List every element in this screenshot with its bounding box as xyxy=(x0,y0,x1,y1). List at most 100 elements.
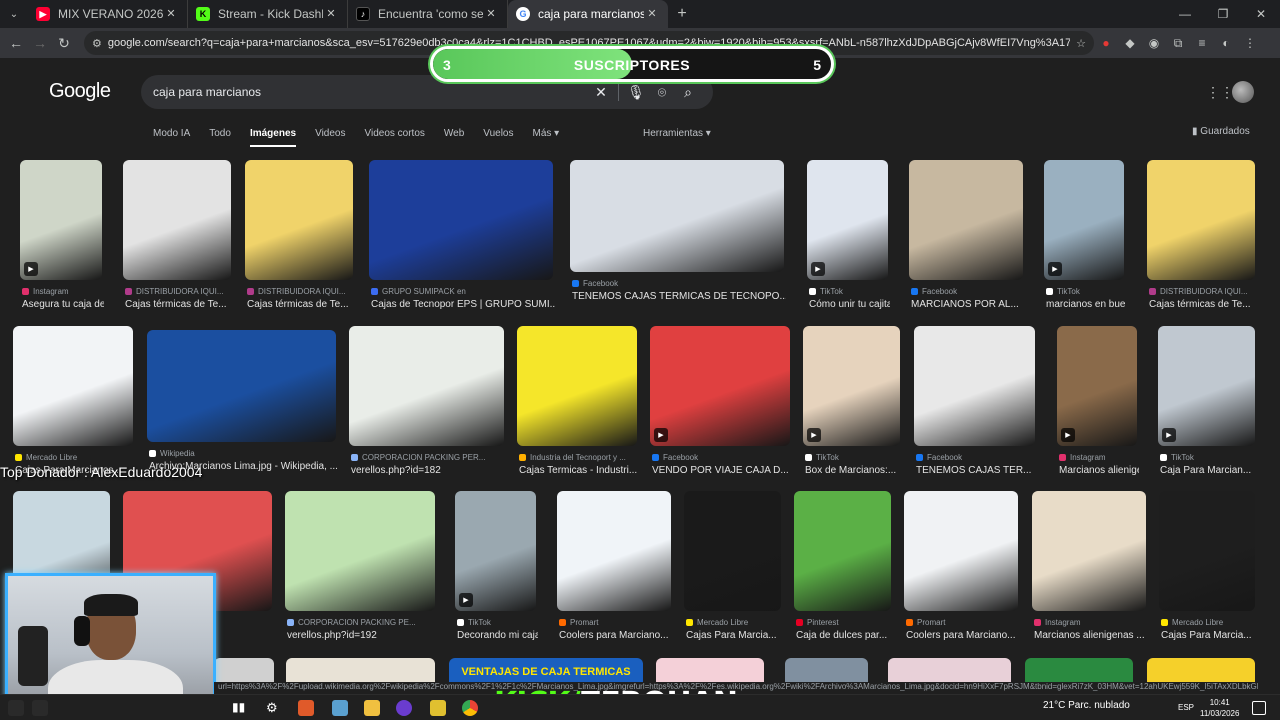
close-icon[interactable]: ✕ xyxy=(323,6,339,22)
result-thumbnail[interactable] xyxy=(684,491,781,611)
result-thumbnail[interactable] xyxy=(1032,491,1146,611)
result-source[interactable]: Promart xyxy=(906,618,1020,627)
folder-icon[interactable] xyxy=(364,700,380,716)
result-thumbnail[interactable] xyxy=(123,160,231,280)
menu-icon[interactable]: ⋮ xyxy=(1238,31,1262,55)
result-source[interactable]: TikTok xyxy=(805,453,902,462)
result-source[interactable]: Instagram xyxy=(1059,453,1139,462)
close-icon[interactable]: ✕ xyxy=(644,6,660,22)
result-thumbnail[interactable] xyxy=(285,491,435,611)
image-result-card[interactable]: Mercado Libre Cajas Para Marcia... xyxy=(1159,491,1255,647)
tools-button[interactable]: Herramientas ▾ xyxy=(643,128,711,139)
result-title[interactable]: marcianos en buen... xyxy=(1046,299,1126,310)
image-result-card[interactable]: DISTRIBUIDORA IQUI... Cajas térmicas de T… xyxy=(1147,160,1255,316)
result-source[interactable]: TikTok xyxy=(809,287,890,296)
result-source[interactable]: Facebook xyxy=(652,453,792,462)
result-source[interactable]: Wikipedia xyxy=(149,449,338,458)
result-thumbnail[interactable] xyxy=(517,326,637,446)
result-title[interactable]: Cajas térmicas de Te... xyxy=(125,299,233,310)
image-result-card[interactable]: ▶ Instagram Asegura tu caja de... xyxy=(20,160,104,316)
result-source[interactable]: DISTRIBUIDORA IQUI... xyxy=(125,287,233,296)
search-icon[interactable]: ⌕ xyxy=(675,84,701,101)
result-title[interactable]: Cajas Termicas - Industri... xyxy=(519,465,639,476)
image-result-card[interactable]: DISTRIBUIDORA IQUI... Cajas térmicas de T… xyxy=(123,160,231,316)
result-source[interactable]: Mercado Libre xyxy=(15,453,135,462)
image-result-card[interactable]: Pinterest Caja de dulces par... xyxy=(794,491,891,647)
tab-kick-dashboard[interactable]: K Stream - Kick Dashboard ✕ xyxy=(188,0,348,28)
clock[interactable]: 10:41 11/03/2026 xyxy=(1200,697,1239,719)
result-source[interactable]: TikTok xyxy=(1046,287,1126,296)
result-thumbnail[interactable] xyxy=(245,160,353,280)
tab-tiktok[interactable]: ♪ Encuentra 'como se prepara ma ✕ xyxy=(348,0,508,28)
image-result-card[interactable]: Promart Coolers para Marciano... xyxy=(557,491,671,647)
result-thumbnail[interactable] xyxy=(909,160,1023,280)
reload-icon[interactable]: ↻ xyxy=(52,31,76,55)
result-title[interactable]: Asegura tu caja de... xyxy=(22,299,104,310)
restore-icon[interactable]: ❐ xyxy=(1204,0,1242,28)
result-source[interactable]: Promart xyxy=(559,618,673,627)
image-result-card[interactable]: CORPORACION PACKING PE... verellos.php?id… xyxy=(285,491,435,647)
result-thumbnail[interactable]: ▶ xyxy=(1057,326,1137,446)
image-result-card[interactable]: ▶ Facebook VENDO POR VIAJE CAJA D... xyxy=(650,326,790,482)
star-icon[interactable]: ☆ xyxy=(1076,37,1086,50)
result-source[interactable]: Instagram xyxy=(22,287,104,296)
image-result-card[interactable]: Industria del Tecnoport y ... Cajas Termi… xyxy=(517,326,637,482)
forward-icon[interactable]: → xyxy=(28,31,52,55)
extensions-puzzle-icon[interactable]: ⧉ xyxy=(1166,31,1190,55)
image-result-card[interactable]: CORPORACION PACKING PER... verellos.php?i… xyxy=(349,326,504,482)
settings-icon[interactable]: ⚙ xyxy=(266,700,282,716)
search-taskbar-icon[interactable] xyxy=(32,700,48,716)
profile-icon[interactable]: ◐ xyxy=(1214,31,1238,55)
result-source[interactable]: GRUPO SUMIPACK en xyxy=(371,287,555,296)
app-icon[interactable] xyxy=(332,700,348,716)
result-source[interactable]: TikTok xyxy=(457,618,538,627)
clear-icon[interactable]: ✕ xyxy=(588,84,614,101)
tab-imagenes[interactable]: Imágenes xyxy=(249,128,297,147)
google-logo[interactable]: Google xyxy=(49,80,111,103)
image-result-card[interactable]: ▶ TikTok Decorando mi caja... xyxy=(455,491,538,647)
result-thumbnail[interactable]: ▶ xyxy=(455,491,536,611)
result-title[interactable]: Coolers para Marciano... xyxy=(559,630,673,641)
result-title[interactable]: Marcianos alienigenas ... xyxy=(1034,630,1148,641)
image-result-card[interactable]: Facebook TENEMOS CAJAS TER... xyxy=(914,326,1035,482)
result-title[interactable]: Caja Para Marcian... xyxy=(1160,465,1257,476)
tab-mix-verano[interactable]: ▶ MIX VERANO 2026 🎵😎 ● ✕ xyxy=(28,0,188,28)
close-icon[interactable]: ✕ xyxy=(163,6,179,22)
result-source[interactable]: Instagram xyxy=(1034,618,1148,627)
avatar[interactable] xyxy=(1232,81,1254,103)
result-source[interactable]: Facebook xyxy=(572,279,786,288)
tab-modo-ia[interactable]: Modo IA xyxy=(153,128,190,147)
result-title[interactable]: Cómo unir tu cajita ... xyxy=(809,299,890,310)
image-result-card[interactable]: Facebook TENEMOS CAJAS TERMICAS DE TECNOP… xyxy=(570,160,786,308)
result-thumbnail[interactable] xyxy=(1159,491,1255,611)
lens-icon[interactable]: ⌾ xyxy=(649,84,675,101)
result-source[interactable]: Industria del Tecnoport y ... xyxy=(519,453,639,462)
media-player-icon[interactable] xyxy=(298,700,314,716)
result-title[interactable]: Box de Marcianos:... xyxy=(805,465,902,476)
new-tab-button[interactable]: + xyxy=(668,0,696,28)
back-icon[interactable]: ← xyxy=(4,31,28,55)
obs-icon[interactable] xyxy=(396,700,412,716)
result-title[interactable]: verellos.php?id=192 xyxy=(287,630,437,641)
mic-icon[interactable]: 🎙 xyxy=(623,84,649,101)
result-thumbnail[interactable] xyxy=(13,326,133,446)
result-title[interactable]: Decorando mi caja... xyxy=(457,630,538,641)
notification-icon[interactable] xyxy=(1252,701,1266,715)
result-title[interactable]: Coolers para Marciano... xyxy=(906,630,1020,641)
result-source[interactable]: Mercado Libre xyxy=(1161,618,1257,627)
result-title[interactable]: Cajas térmicas de Te... xyxy=(247,299,355,310)
result-source[interactable]: Facebook xyxy=(911,287,1025,296)
extension-icon[interactable]: ● xyxy=(1094,31,1118,55)
image-result-card[interactable]: Promart Coolers para Marciano... xyxy=(904,491,1018,647)
result-thumbnail[interactable] xyxy=(557,491,671,611)
result-source[interactable]: Facebook xyxy=(916,453,1037,462)
image-result-card[interactable]: Facebook MARCIANOS POR AL... xyxy=(909,160,1023,316)
image-result-card[interactable]: ▶ TikTok Box de Marcianos:... xyxy=(803,326,900,482)
result-title[interactable]: Cajas térmicas de Te... xyxy=(1149,299,1257,310)
result-title[interactable]: verellos.php?id=182 xyxy=(351,465,506,476)
tab-videos-cortos[interactable]: Videos cortos xyxy=(364,128,424,147)
result-thumbnail[interactable] xyxy=(914,326,1035,446)
minimize-icon[interactable]: — xyxy=(1166,0,1204,28)
image-result-card[interactable]: ▶ Instagram Marcianos alienige... xyxy=(1057,326,1139,482)
result-title[interactable]: Cajas Para Marcia... xyxy=(1161,630,1257,641)
